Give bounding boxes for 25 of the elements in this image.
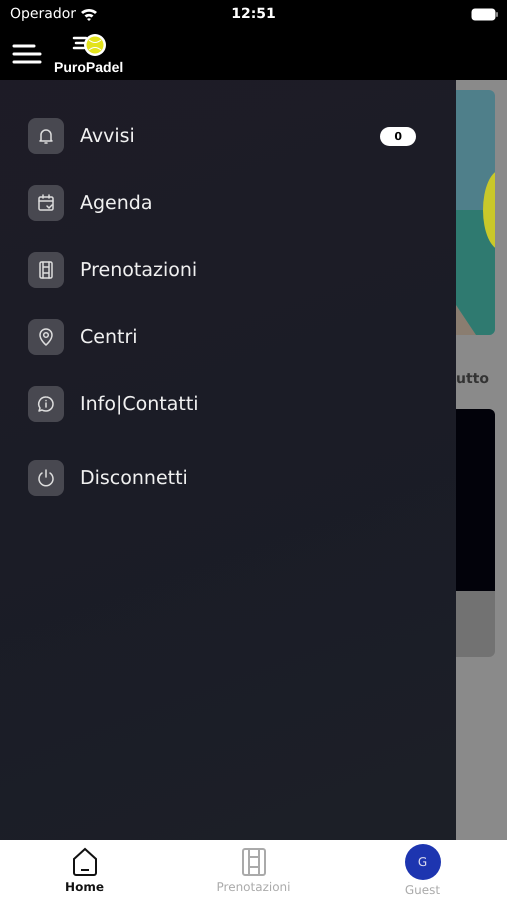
menu-item[interactable]: Avvisi 0 [28,118,456,154]
bell-icon [28,118,64,154]
carrier-name: Operador [10,6,76,22]
battery-icon [471,8,499,20]
tab[interactable]: Home [0,840,169,900]
film-icon [240,846,266,876]
film-icon [28,252,64,288]
menu-item[interactable]: Disconnetti [28,460,456,496]
power-icon [28,460,64,496]
menu-icon[interactable] [12,43,42,65]
home-icon [70,846,98,876]
avatar: G [404,844,440,880]
location-pin-icon [28,319,64,355]
logo-text: PuroPadel [54,59,124,75]
wifi-icon [80,7,98,21]
status-time: 12:51 [231,6,276,22]
menu-item[interactable]: Centri [28,319,456,355]
info-chat-icon [28,386,64,422]
menu-item[interactable]: Prenotazioni [28,252,456,288]
menu-item[interactable]: Agenda [28,185,456,221]
tab[interactable]: G Guest [338,840,507,900]
menu-item[interactable]: Info|Contatti [28,386,456,422]
calendar-icon [28,185,64,221]
see-all-link[interactable]: utto [456,371,495,387]
count-badge: 0 [380,126,416,146]
